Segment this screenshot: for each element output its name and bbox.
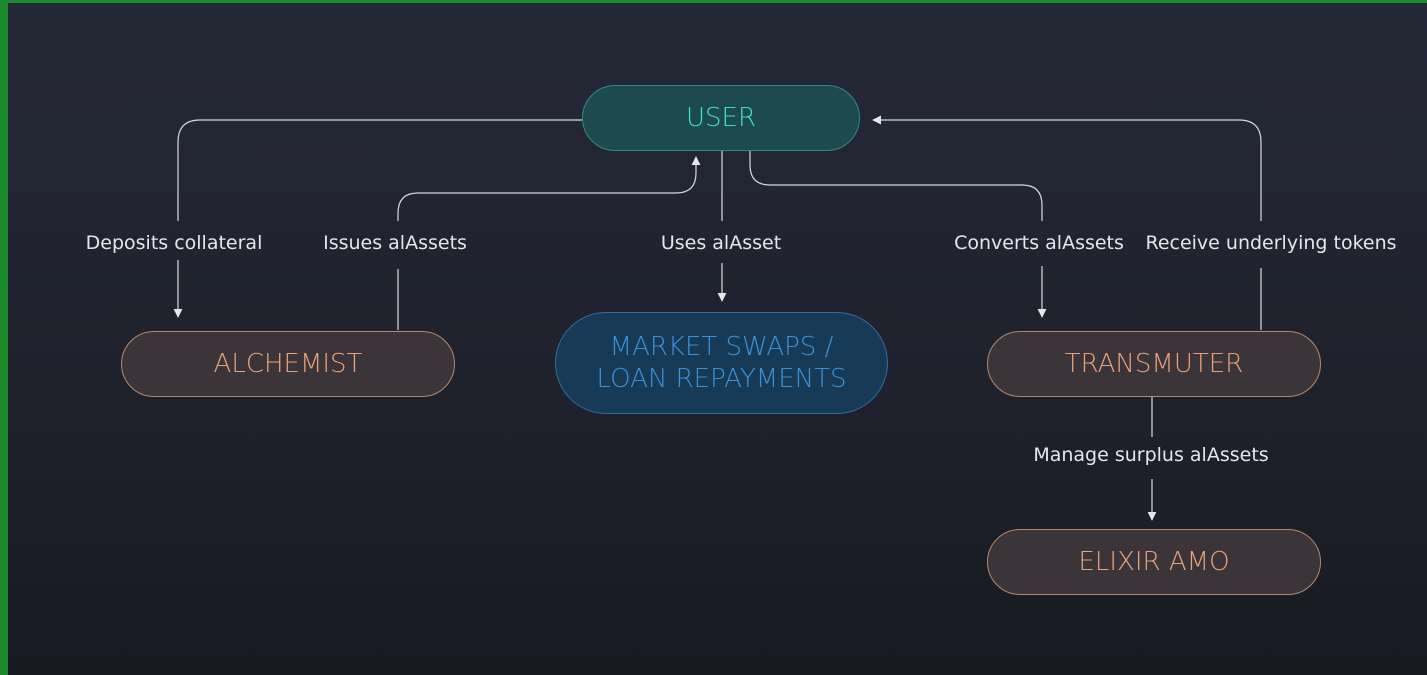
edge-converts-top — [749, 150, 1043, 221]
node-transmuter-label: TRANSMUTER — [1064, 348, 1244, 379]
edge-label-manage: Manage surplus alAssets — [1033, 444, 1269, 466]
edge-deposits-top — [177, 119, 582, 221]
node-market-label-line2: LOAN REPAYMENTS — [596, 364, 847, 394]
node-transmuter: TRANSMUTER — [987, 331, 1321, 397]
edge-label-uses: Uses alAsset — [660, 232, 782, 254]
node-market-label-line1: MARKET SWAPS / — [609, 331, 834, 362]
node-alchemist: ALCHEMIST — [121, 331, 455, 397]
node-user-label: USER — [685, 102, 757, 133]
edge-label-deposits: Deposits collateral — [85, 232, 263, 254]
node-user: USER — [582, 85, 860, 151]
edge-label-converts: Converts alAssets — [954, 232, 1124, 254]
node-elixir-amo: ELIXIR AMO — [987, 529, 1321, 595]
edge-receive-top — [872, 115, 1262, 221]
node-market-swaps: MARKET SWAPS / LOAN REPAYMENTS — [555, 312, 888, 414]
edge-label-receive: Receive underlying tokens — [1145, 232, 1397, 254]
diagram-canvas: USER ALCHEMIST MARKET SWAPS / LOAN REPAY… — [8, 3, 1427, 675]
edge-label-issues: Issues alAssets — [323, 232, 467, 254]
node-elixir-label: ELIXIR AMO — [1078, 546, 1230, 577]
edge-issues-top — [397, 156, 701, 221]
node-alchemist-label: ALCHEMIST — [213, 348, 363, 379]
